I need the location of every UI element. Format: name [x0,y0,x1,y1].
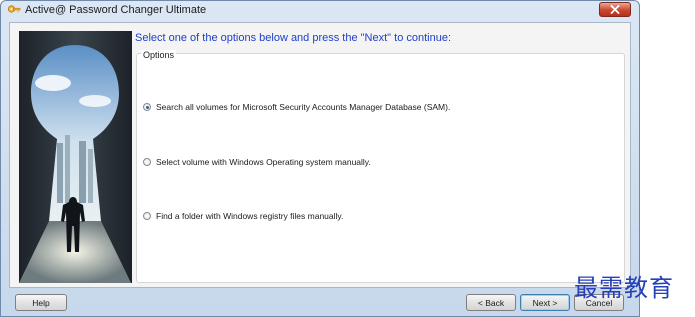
window-title: Active@ Password Changer Ultimate [25,4,207,16]
option-search-all-volumes[interactable]: Search all volumes for Microsoft Securit… [143,102,450,112]
option-label-search-all-volumes: Search all volumes for Microsoft Securit… [156,102,451,112]
option-label-select-volume-manually: Select volume with Windows Operating sys… [156,157,371,167]
option-label-find-registry-folder: Find a folder with Windows registry file… [156,211,344,221]
help-button[interactable]: Help [15,294,67,311]
radio-find-registry-folder[interactable] [143,212,151,220]
radio-search-all-volumes[interactable] [143,103,151,111]
close-icon [610,5,620,14]
window-close-button[interactable] [599,2,631,17]
wizard-instruction: Select one of the options below and pres… [135,32,452,44]
title-bar[interactable]: Active@ Password Changer Ultimate [1,1,639,21]
next-button[interactable]: Next > [520,294,570,311]
app-window: Active@ Password Changer Ultimate Select… [0,0,640,317]
key-app-icon [7,5,21,13]
back-button[interactable]: < Back [466,294,516,311]
option-find-registry-folder[interactable]: Find a folder with Windows registry file… [143,211,343,221]
option-select-volume-manually[interactable]: Select volume with Windows Operating sys… [143,157,371,167]
radio-select-volume-manually[interactable] [143,158,151,166]
watermark-text: 最需教育 [574,274,674,302]
keyhole-illustration [19,31,132,283]
options-group: Options Search all volumes for Microsoft… [136,50,625,283]
wizard-client-area: Select one of the options below and pres… [9,22,631,288]
options-group-label: Options [141,50,177,60]
